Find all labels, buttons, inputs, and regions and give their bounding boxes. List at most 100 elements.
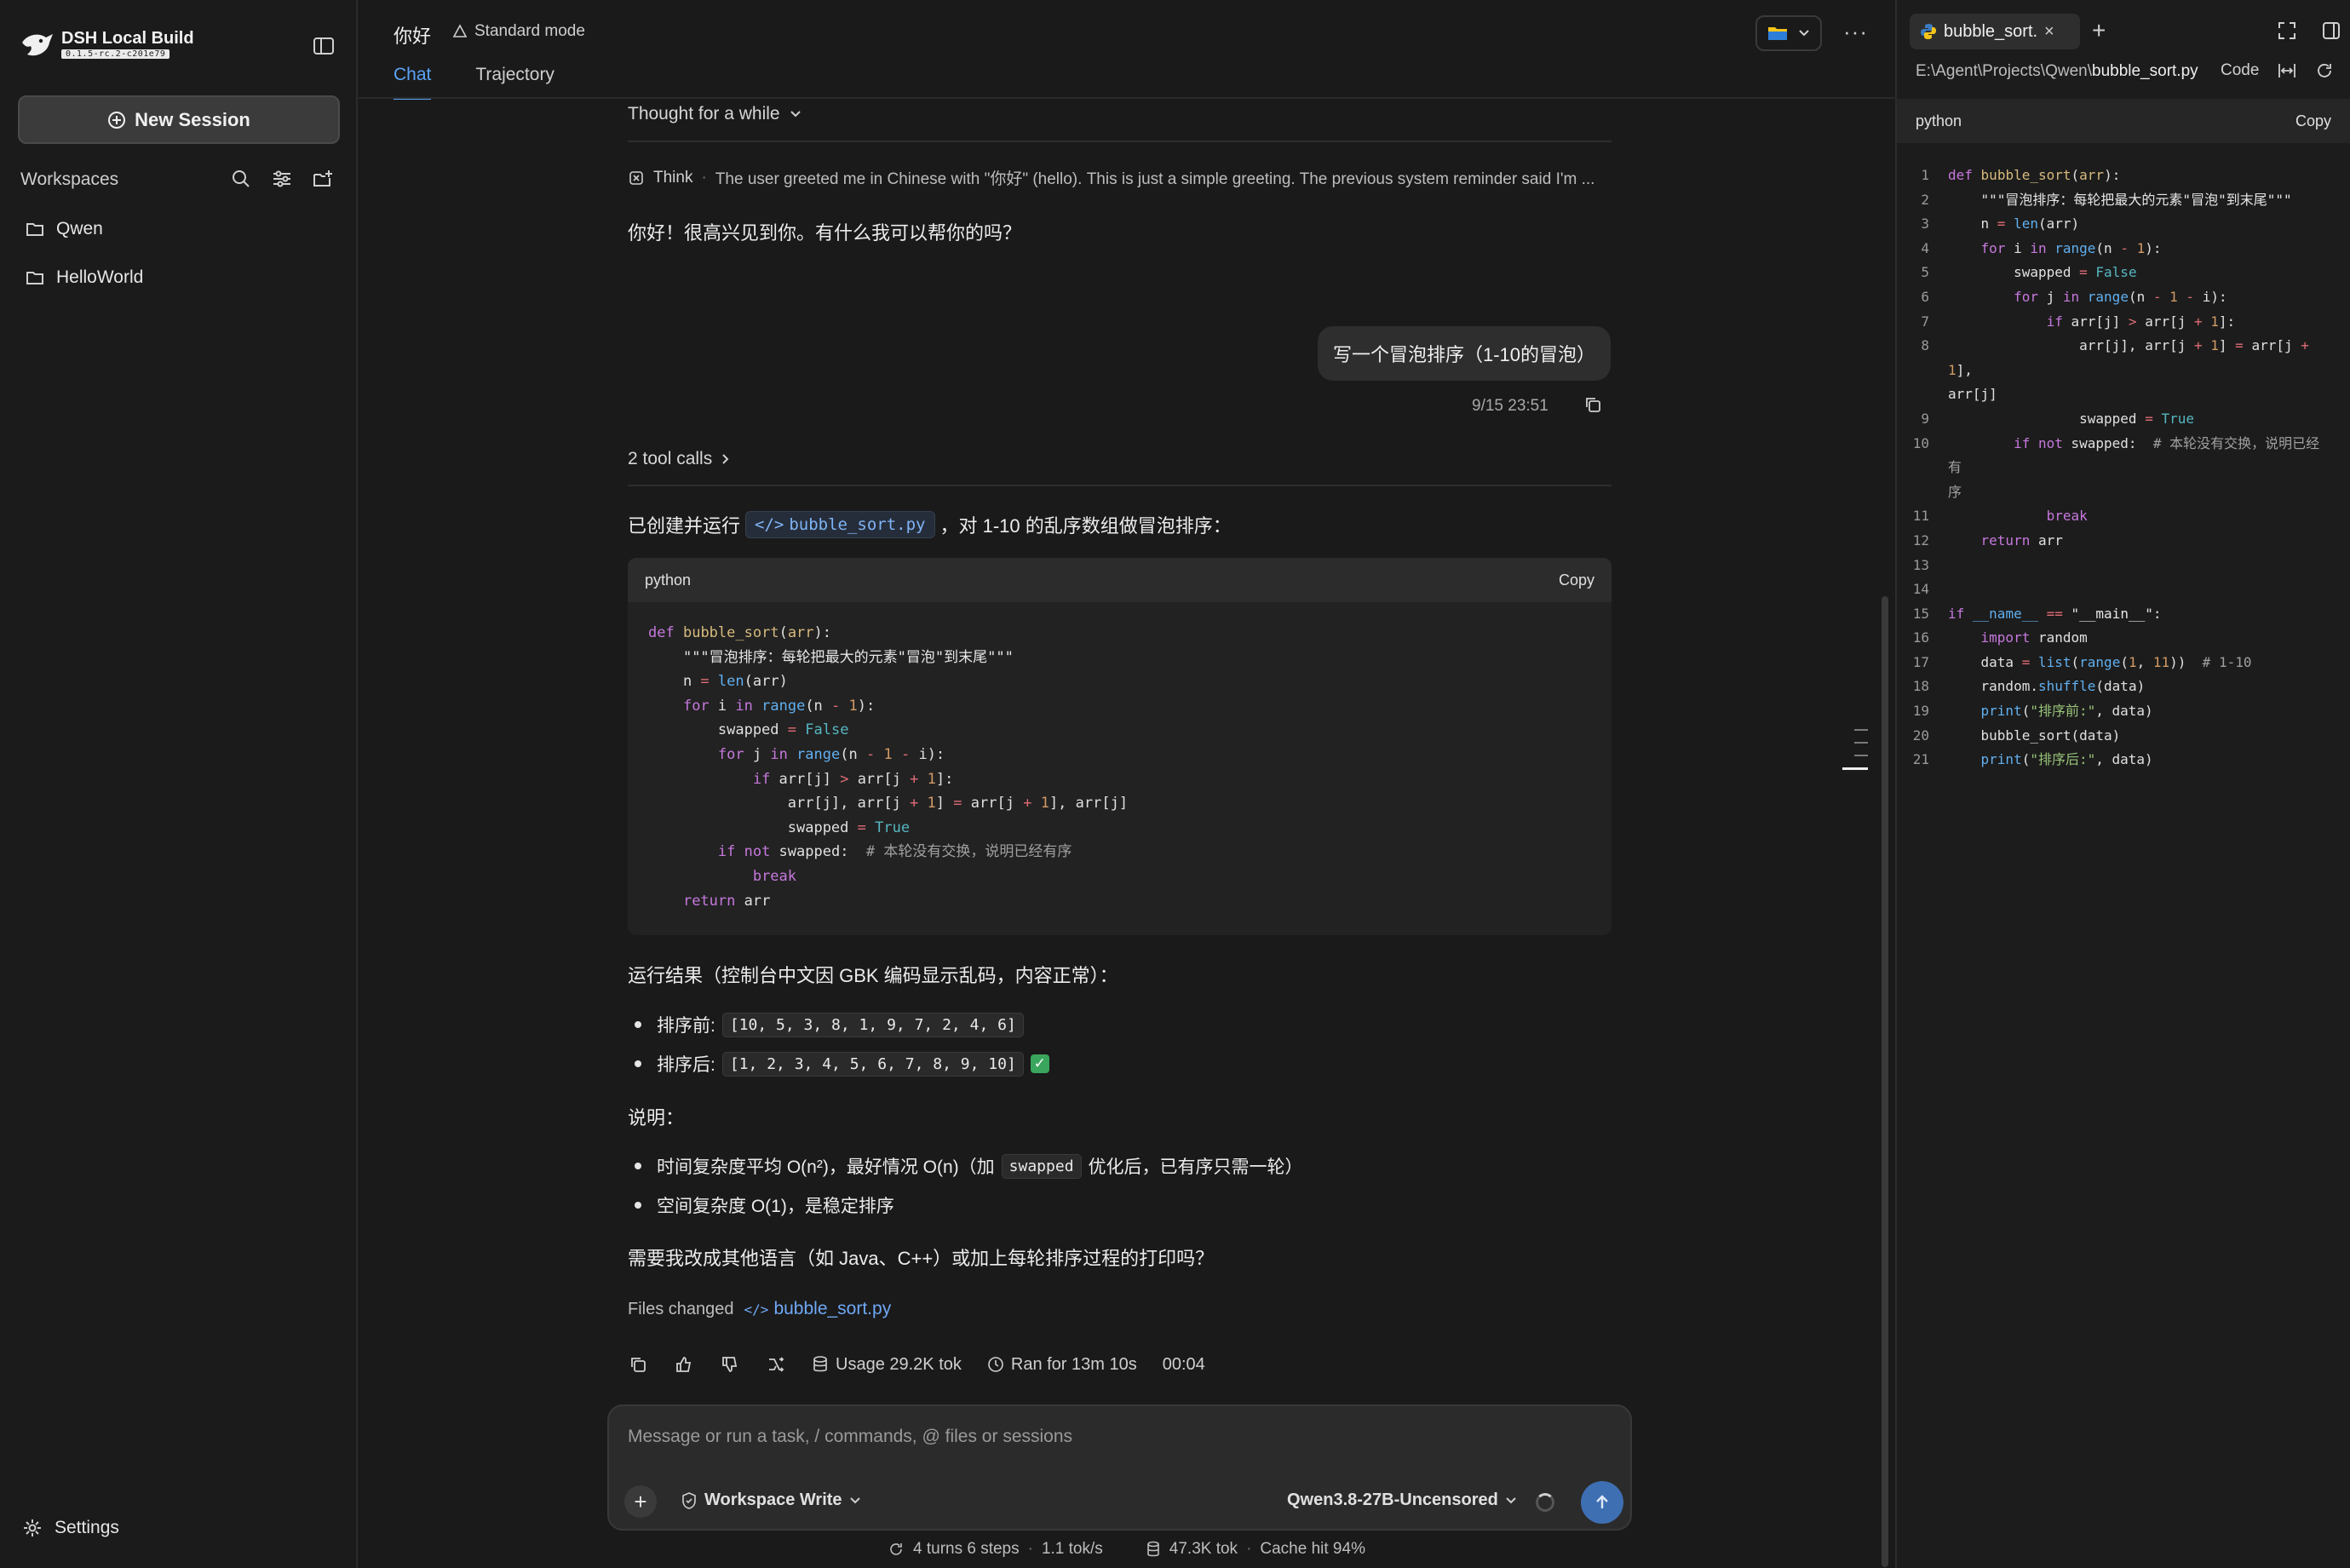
settings-label: Settings [55, 1518, 119, 1537]
add-folder-icon[interactable] [312, 168, 334, 190]
sidebar-item-label: Qwen [56, 219, 103, 238]
model-selector[interactable]: Qwen3.8-27B-Uncensored [1287, 1490, 1517, 1510]
copy-code-button[interactable]: Copy [2295, 112, 2331, 130]
composer[interactable]: Message or run a task, / commands, @ fil… [607, 1404, 1632, 1531]
new-tab-icon[interactable]: + [2092, 17, 2106, 44]
code-icon: </> [744, 1301, 769, 1318]
sidebar-item-helloworld[interactable]: HelloWorld [26, 267, 143, 288]
runtime-meta: Ran for 13m 10s [987, 1355, 1137, 1375]
brain-icon [629, 170, 643, 185]
folder-color-icon [1768, 27, 1787, 40]
app-logo-icon [20, 31, 55, 61]
explain-1-code: swapped [1001, 1153, 1082, 1179]
created-line: 已创建并运行 </> bubble_sort.py ，对 1-10 的乱序数组做… [628, 511, 1612, 538]
loading-spinner-icon [1536, 1493, 1554, 1512]
message-minimap[interactable] [1842, 729, 1868, 781]
folder-icon [26, 272, 43, 284]
runtime-text: Ran for 13m 10s [1010, 1354, 1137, 1374]
folder-icon [26, 223, 43, 236]
model-label: Qwen3.8-27B-Uncensored [1287, 1490, 1498, 1509]
tool-calls-label: 2 tool calls [628, 449, 713, 468]
message-input[interactable]: Message or run a task, / commands, @ fil… [628, 1427, 1072, 1447]
plus-circle-icon [108, 111, 126, 129]
attach-button[interactable]: + [624, 1485, 657, 1518]
before-value: [10, 5, 3, 8, 1, 9, 7, 2, 4, 6] [721, 1012, 1024, 1037]
file-path-file: bubble_sort.py [2092, 62, 2198, 80]
more-options-icon[interactable]: ··· [1843, 19, 1868, 45]
file-chip-label: bubble_sort.py [789, 515, 926, 534]
header-divider [359, 97, 1894, 99]
copy-icon[interactable] [628, 1354, 648, 1375]
user-message-text: 写一个冒泡排序（1-10的冒泡） [1332, 344, 1596, 365]
permission-selector[interactable]: Workspace Write [681, 1490, 861, 1510]
thumbs-up-icon[interactable] [674, 1354, 694, 1375]
scrollbar[interactable] [1882, 596, 1888, 1567]
sidebar-item-qwen[interactable]: Qwen [26, 219, 103, 239]
divider [628, 141, 1612, 142]
database-icon [1146, 1541, 1159, 1557]
list-item: 时间复杂度平均 O(n²)，最好情况 O(n)（加 swapped 优化后，已有… [635, 1153, 1303, 1179]
search-icon[interactable] [230, 168, 252, 190]
code-icon: </> [755, 515, 784, 534]
file-chip[interactable]: </> bubble_sort.py [745, 511, 935, 538]
refresh-icon [890, 1543, 902, 1555]
copy-code-button[interactable]: Copy [1559, 571, 1594, 589]
send-button[interactable] [1581, 1481, 1623, 1524]
wrap-width-icon[interactable] [2278, 62, 2296, 79]
close-icon[interactable]: × [2044, 22, 2054, 42]
thought-toggle[interactable]: Thought for a while [628, 104, 1612, 124]
chevron-down-icon [790, 111, 801, 118]
status-bar: 4 turns 6 steps · 1.1 tok/s 47.3K tok · … [888, 1540, 1365, 1559]
panel-toggle-icon[interactable] [2321, 20, 2341, 41]
chevron-down-icon [849, 1496, 860, 1503]
assistant-message: 你好！很高兴见到你。有什么我可以帮你的吗？ [628, 222, 1022, 244]
chevron-down-icon [1799, 30, 1809, 37]
speed-text: 1.1 tok/s [1041, 1540, 1103, 1558]
code-viewer: 1 def bubble_sort(arr): 2 """冒泡排序：每轮把最大的元… [1912, 167, 2320, 768]
explain-1a: 时间复杂度平均 O(n²)，最好情况 O(n)（加 [657, 1157, 995, 1177]
view-mode-toggle[interactable]: Code [2221, 61, 2259, 80]
filter-settings-icon[interactable] [271, 168, 293, 190]
tool-calls-toggle[interactable]: 2 tool calls [628, 449, 1612, 469]
mode-selector[interactable]: Standard mode [452, 22, 585, 41]
mode-label: Standard mode [474, 22, 585, 40]
reload-icon[interactable] [2315, 61, 2334, 80]
folder-picker[interactable] [1755, 15, 1822, 51]
think-summary[interactable]: Think · The user greeted me in Chinese w… [628, 166, 1612, 189]
explain-1b: 优化后，已有序只需一轮） [1088, 1157, 1303, 1177]
file-tab-label: bubble_sort.py [1944, 21, 2037, 41]
explain-2: 空间复杂度 O(1)，是稳定排序 [657, 1197, 894, 1216]
thumbs-down-icon[interactable] [720, 1354, 740, 1375]
sidebar-collapse-icon[interactable] [312, 34, 336, 58]
permission-label: Workspace Write [704, 1490, 842, 1509]
new-session-button[interactable]: New Session [18, 95, 340, 144]
tokens-text: 47.3K tok [1169, 1540, 1238, 1558]
turns-text: 4 turns 6 steps [913, 1540, 1020, 1558]
list-item: 排序前: [10, 5, 3, 8, 1, 9, 7, 2, 4, 6] [635, 1012, 1024, 1037]
tab-chat[interactable]: Chat [394, 65, 432, 100]
tab-trajectory[interactable]: Trajectory [475, 65, 554, 100]
sidebar: DSH Local Build 0.1.5-rc.2-c201e79 New S… [0, 0, 358, 1568]
file-viewer-panel: bubble_sort.py × + E:\Agent\Projects\Qwe… [1895, 0, 2350, 1568]
shield-icon [682, 1491, 696, 1509]
fullscreen-icon[interactable] [2277, 20, 2297, 41]
separator: · [701, 168, 707, 187]
elapsed-time: 00:04 [1162, 1354, 1205, 1374]
code-lang: python [645, 571, 692, 589]
sidebar-item-label: HelloWorld [56, 267, 144, 287]
copy-icon[interactable] [1583, 395, 1602, 414]
clock-icon [988, 1357, 1003, 1372]
new-session-label: New Session [135, 108, 250, 130]
files-changed-link[interactable]: </> bubble_sort.py [744, 1299, 892, 1319]
think-text: The user greeted me in Chinese with "你好"… [715, 170, 1595, 188]
files-changed: Files changed </> bubble_sort.py [628, 1299, 891, 1319]
settings-button[interactable]: Settings [22, 1518, 119, 1538]
message-timestamp: 9/15 23:51 [1472, 397, 1548, 415]
database-icon [813, 1356, 827, 1372]
code-lang: python [1916, 112, 1962, 129]
file-tab[interactable]: bubble_sort.py × [1910, 14, 2080, 49]
code-block: python Copy def bubble_sort(arr): """冒泡排… [628, 558, 1612, 935]
code-header: python Copy [1897, 99, 2350, 143]
chevron-down-icon [1506, 1496, 1516, 1503]
branch-icon[interactable] [766, 1354, 786, 1375]
